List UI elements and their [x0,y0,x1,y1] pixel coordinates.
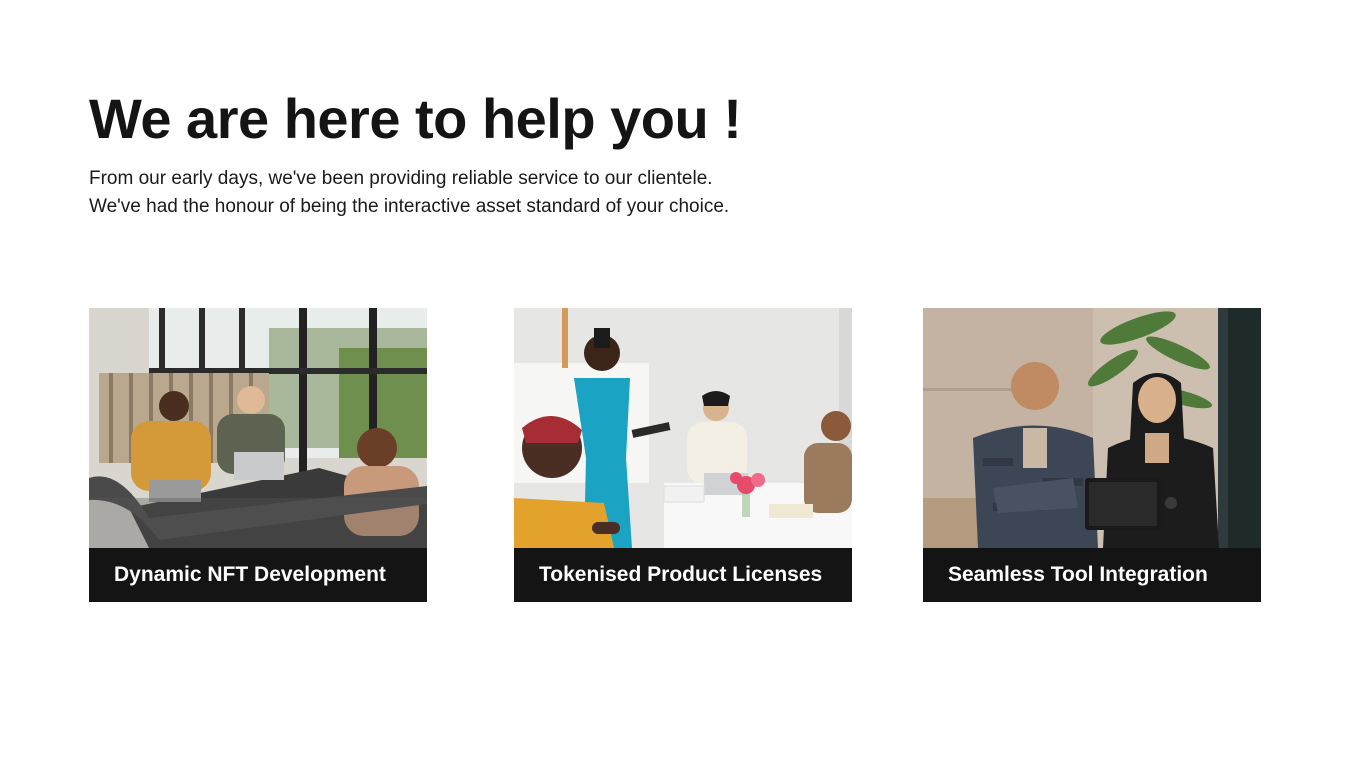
service-card-dynamic-nft[interactable]: Dynamic NFT Development [89,308,427,602]
service-label: Dynamic NFT Development [89,548,427,602]
page: We are here to help you ! From our early… [0,0,1366,768]
service-label: Seamless Tool Integration [923,548,1261,602]
presentation-meeting-photo [514,308,852,548]
subtitle-line-1: From our early days, we've been providin… [89,168,713,189]
tablet-discussion-photo [923,308,1261,548]
service-card-tool-integration[interactable]: Seamless Tool Integration [923,308,1261,602]
subtitle-line-2: We've had the honour of being the intera… [89,196,730,217]
page-title: We are here to help you ! [89,87,742,150]
service-card-tokenised-licenses[interactable]: Tokenised Product Licenses [514,308,852,602]
service-label: Tokenised Product Licenses [514,548,852,602]
team-meeting-office-photo [89,308,427,548]
page-subtitle: From our early days, we've been providin… [89,165,729,221]
